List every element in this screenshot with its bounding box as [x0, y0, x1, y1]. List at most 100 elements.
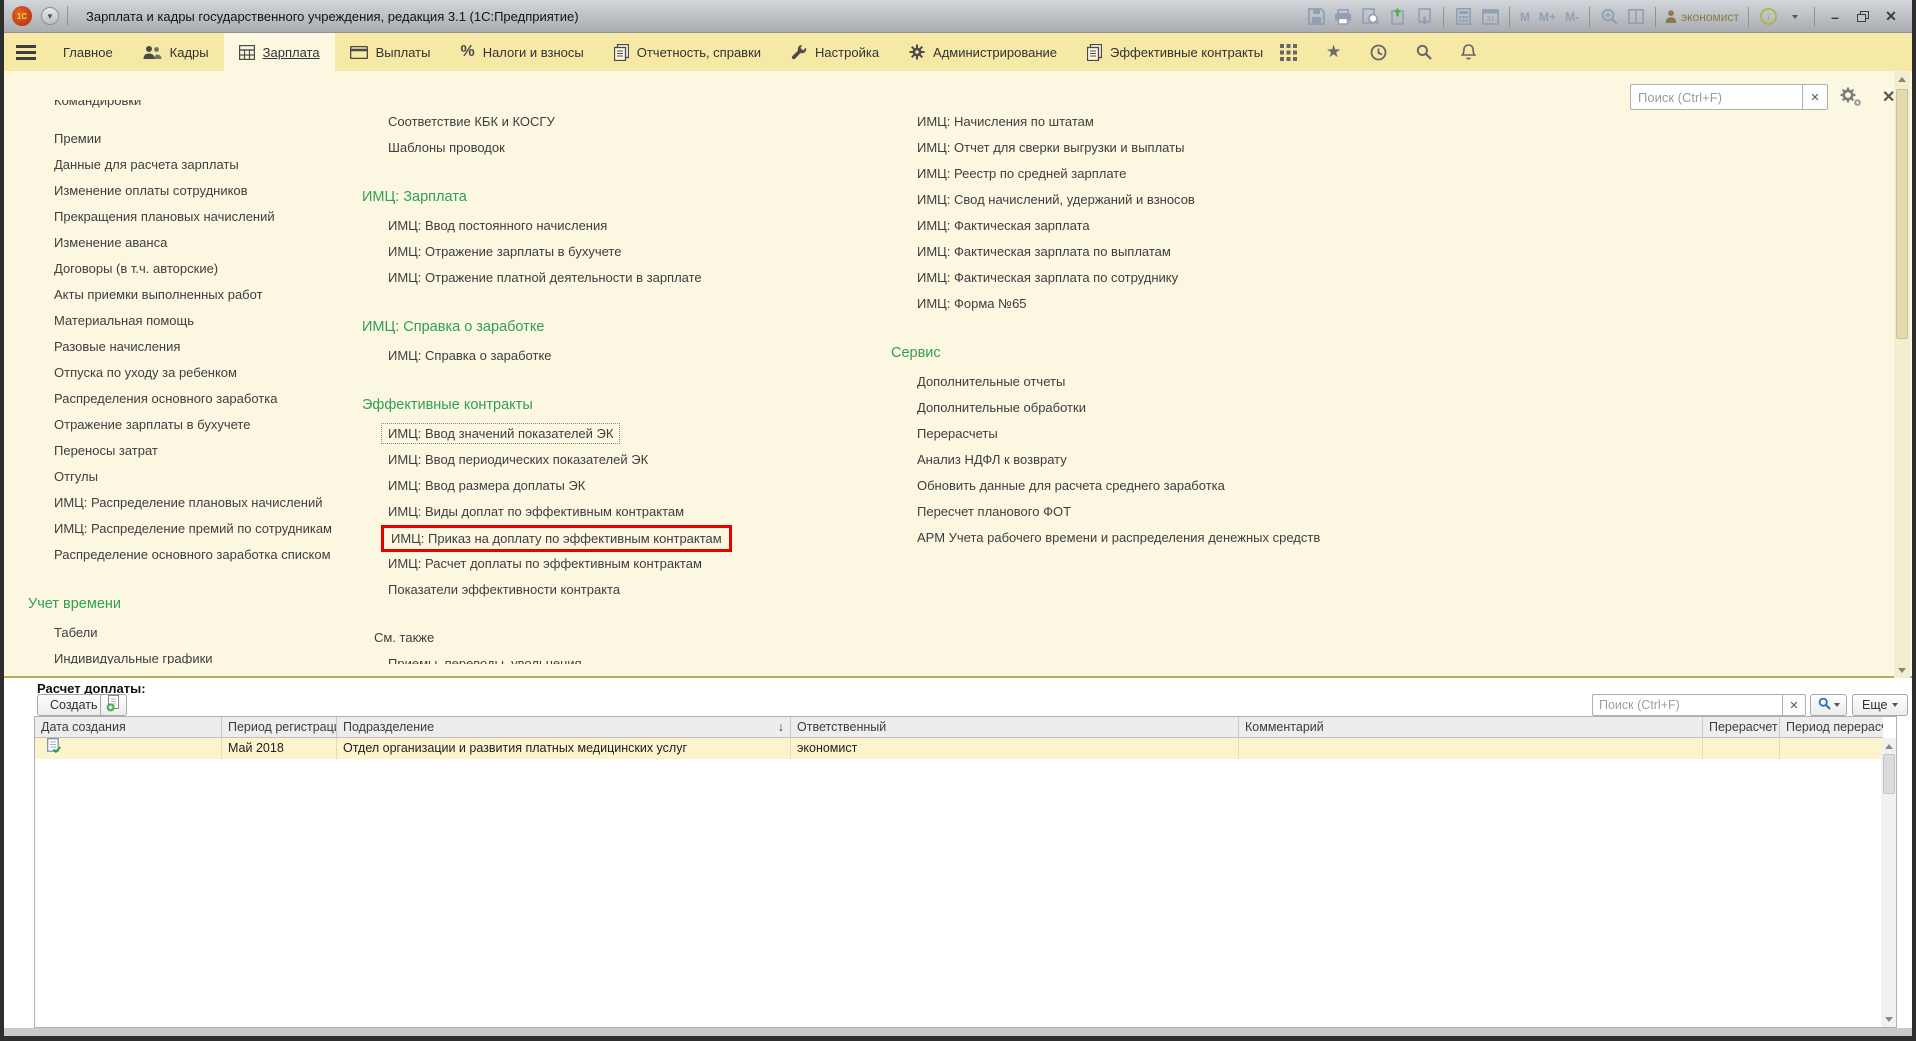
scroll-down-icon[interactable] [1881, 1011, 1897, 1027]
tab-9-section[interactable]: Эффективные контракты [1072, 33, 1278, 71]
menu-item[interactable]: Разовые начисления [28, 334, 358, 360]
menu-item[interactable]: Шаблоны проводок [362, 135, 832, 161]
menu-item[interactable]: Анализ НДФЛ к возврату [891, 447, 1491, 473]
find-button[interactable] [1810, 694, 1847, 716]
menu-item[interactable]: ИМЦ: Фактическая зарплата [891, 213, 1491, 239]
menu-item[interactable]: Отгулы [28, 464, 358, 490]
current-user[interactable]: экономист [1665, 10, 1739, 24]
menu-item[interactable]: ИМЦ: Фактическая зарплата по сотруднику [891, 265, 1491, 291]
menu-item[interactable]: ИМЦ: Реестр по средней зарплате [891, 161, 1491, 187]
tab-3-active[interactable]: Зарплата [224, 33, 335, 71]
chevron-down-icon[interactable] [1785, 7, 1805, 27]
memory-button-m-minus[interactable]: M- [1564, 10, 1580, 24]
menu-item[interactable]: Распределения основного заработка [28, 386, 358, 412]
menu-item[interactable]: Распределение основного заработка списко… [28, 542, 358, 568]
column-header[interactable]: Дата создания [35, 717, 222, 738]
table-row-selected[interactable]: 05.07.2018 13:39:11Май 2018Отдел организ… [35, 738, 1896, 759]
menu-item[interactable]: ИМЦ: Распределение премий по сотрудникам [28, 516, 358, 542]
menu-section-header[interactable]: ИМЦ: Зарплата [362, 181, 832, 213]
menu-item-highlighted[interactable]: ИМЦ: Приказ на доплату по эффективным ко… [362, 525, 832, 551]
main-menu-button[interactable] [4, 33, 48, 71]
clear-search-button[interactable]: ✕ [1802, 84, 1828, 110]
list-search-input[interactable] [1592, 694, 1782, 716]
menu-item[interactable]: Данные для расчета зарплаты [28, 152, 358, 178]
save-icon[interactable] [1306, 7, 1326, 27]
menu-scrollbar[interactable] [1894, 71, 1910, 678]
menu-item[interactable]: Дополнительные обработки [891, 395, 1491, 421]
tab-8-section[interactable]: Администрирование [894, 33, 1072, 71]
scroll-up-icon[interactable] [1881, 738, 1897, 754]
memory-button-m-plus[interactable]: M+ [1538, 10, 1557, 24]
clear-list-search-button[interactable]: ✕ [1782, 694, 1806, 716]
print-icon[interactable] [1333, 7, 1353, 27]
scroll-thumb[interactable] [1883, 754, 1895, 794]
menu-item[interactable]: ИМЦ: Отражение зарплаты в бухучете [362, 239, 832, 265]
menu-item[interactable]: Соответствие КБК и КОСГУ [362, 109, 832, 135]
tab-5-section[interactable]: %Налоги и взносы [445, 33, 598, 71]
column-header[interactable]: Период регистрации [222, 717, 337, 738]
minimize-button[interactable]: – [1824, 9, 1846, 25]
menu-item[interactable]: Командировки [28, 100, 358, 126]
split-view-icon[interactable] [1626, 7, 1646, 27]
menu-item[interactable]: Акты приемки выполненных работ [28, 282, 358, 308]
menu-item[interactable]: Приемы, переводы, увольнения [362, 651, 832, 664]
column-header[interactable]: Комментарий [1239, 717, 1703, 738]
tab-4-section[interactable]: Выплаты [335, 33, 446, 71]
tab-2-section[interactable]: Кадры [128, 33, 224, 71]
menu-section-header[interactable]: Эффективные контракты [362, 389, 832, 421]
export-doc-icon[interactable] [1387, 7, 1407, 27]
memory-button-m[interactable]: M [1519, 10, 1531, 24]
scroll-up-icon[interactable] [1894, 71, 1910, 87]
tab-6-section[interactable]: Отчетность, справки [599, 33, 776, 71]
calendar-icon[interactable]: 31 [1480, 7, 1500, 27]
menu-item[interactable]: ИМЦ: Начисления по штатам [891, 109, 1491, 135]
scroll-down-icon[interactable] [1894, 662, 1910, 678]
menu-item[interactable]: ИМЦ: Форма №65 [891, 291, 1491, 317]
menu-item[interactable]: ИМЦ: Фактическая зарплата по выплатам [891, 239, 1491, 265]
menu-item[interactable]: Изменение аванса [28, 230, 358, 256]
import-doc-icon[interactable] [1414, 7, 1434, 27]
menu-item[interactable]: Обновить данные для расчета среднего зар… [891, 473, 1491, 499]
menu-item-focused[interactable]: ИМЦ: Ввод значений показателей ЭК [362, 421, 832, 447]
menu-item[interactable]: ИМЦ: Расчет доплаты по эффективным контр… [362, 551, 832, 577]
menu-item[interactable]: Прекращения плановых начислений [28, 204, 358, 230]
menu-item[interactable]: Пересчет планового ФОТ [891, 499, 1491, 525]
menu-item[interactable]: ИМЦ: Распределение плановых начислений [28, 490, 358, 516]
menu-section-header[interactable]: ИМЦ: Справка о заработке [362, 311, 832, 343]
menu-item[interactable]: ИМЦ: Виды доплат по эффективным контракт… [362, 499, 832, 525]
column-header[interactable]: Период перерасчета [1780, 717, 1883, 738]
menu-item[interactable]: Показатели эффективности контракта [362, 577, 832, 603]
menu-item[interactable]: ИМЦ: Отражение платной деятельности в за… [362, 265, 832, 291]
column-header[interactable]: Подразделение↓ [337, 717, 791, 738]
column-header[interactable]: Ответственный [791, 717, 1239, 738]
menu-section-header[interactable]: Сервис [891, 337, 1491, 369]
column-header[interactable]: Перерасчет [1703, 717, 1780, 738]
menu-item[interactable]: ИМЦ: Свод начислений, удержаний и взносо… [891, 187, 1491, 213]
menu-item[interactable]: Индивидуальные графики [28, 646, 358, 664]
menu-item[interactable]: Изменение оплаты сотрудников [28, 178, 358, 204]
menu-item[interactable]: Переносы затрат [28, 438, 358, 464]
scroll-thumb[interactable] [1896, 89, 1908, 339]
info-icon[interactable]: i [1758, 7, 1778, 27]
zoom-icon[interactable] [1599, 7, 1619, 27]
tab-7-section[interactable]: Настройка [776, 33, 894, 71]
menu-item[interactable]: Отпуска по уходу за ребенком [28, 360, 358, 386]
menu-item[interactable]: Отражение зарплаты в бухучете [28, 412, 358, 438]
more-button[interactable]: Еще [1852, 694, 1908, 716]
menu-item[interactable]: ИМЦ: Справка о заработке [362, 343, 832, 369]
star-icon[interactable]: ★ [1326, 42, 1341, 62]
print-preview-icon[interactable] [1360, 7, 1380, 27]
search-icon[interactable] [1416, 44, 1432, 60]
tab-1-section[interactable]: Главное [48, 33, 128, 71]
apps-icon[interactable] [1280, 44, 1297, 61]
history-icon[interactable] [1370, 44, 1387, 61]
gear-settings-icon[interactable] [1838, 86, 1864, 113]
menu-item[interactable]: Договоры (в т.ч. авторские) [28, 256, 358, 282]
list-scrollbar[interactable] [1881, 738, 1896, 1027]
system-menu-button[interactable]: ▼ [41, 7, 59, 25]
menu-section-header[interactable]: Учет времени [28, 588, 358, 620]
restore-button[interactable] [1853, 7, 1873, 27]
menu-item[interactable]: ИМЦ: Отчет для сверки выгрузки и выплаты [891, 135, 1491, 161]
menu-item[interactable]: АРМ Учета рабочего времени и распределен… [891, 525, 1491, 551]
menu-search-input[interactable] [1630, 84, 1802, 110]
